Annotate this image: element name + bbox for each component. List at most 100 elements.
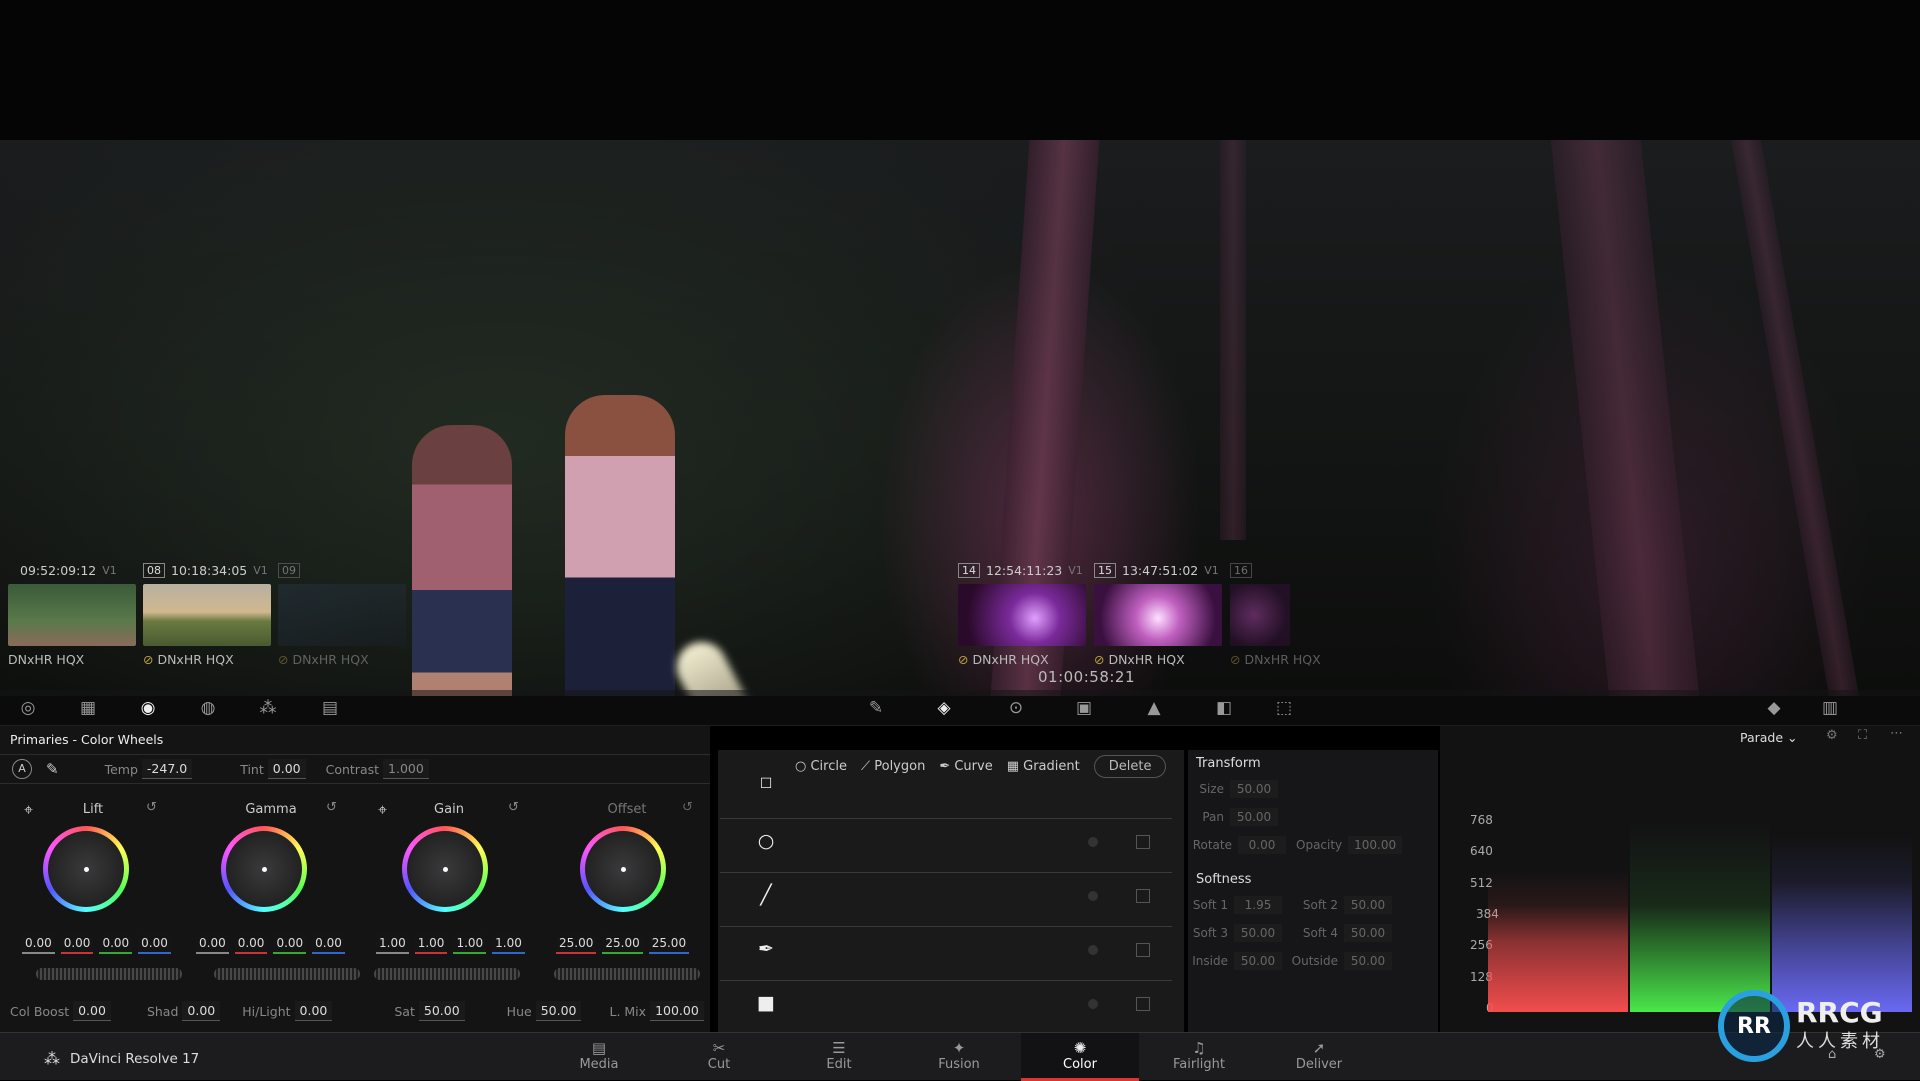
hdr-wheels-icon[interactable]: ◍: [196, 696, 220, 720]
reset-icon[interactable]: ↺: [146, 800, 157, 815]
blur-icon[interactable]: ▲: [1142, 696, 1166, 720]
camera-raw-icon[interactable]: ◎: [16, 696, 40, 720]
size-field[interactable]: 50.00: [1230, 780, 1278, 798]
col-boost-field[interactable]: 0.00: [73, 1001, 111, 1021]
color-wheels-icon[interactable]: ◉: [136, 696, 160, 720]
sat-field[interactable]: 50.00: [418, 1001, 465, 1021]
magic-mask-icon[interactable]: ▣: [1072, 696, 1096, 720]
picker-icon[interactable]: ✎: [46, 760, 59, 778]
opacity-field[interactable]: 100.00: [1348, 836, 1403, 854]
gamma-g[interactable]: 0.00: [273, 934, 307, 954]
gain-master-slider[interactable]: [374, 968, 520, 980]
inside-field[interactable]: 50.00: [1234, 952, 1282, 970]
expand-icon[interactable]: ⛶: [1858, 728, 1867, 743]
offset-master-slider[interactable]: [554, 968, 700, 980]
window-invert-toggle[interactable]: [1088, 945, 1098, 955]
offset-wheel[interactable]: [580, 826, 666, 912]
tab-deliver[interactable]: ➚ Deliver: [1260, 1033, 1378, 1081]
clip-thumbnail[interactable]: 09 ⊘ DNxHR HQX: [278, 560, 406, 667]
tab-media[interactable]: ▤ Media: [540, 1033, 658, 1081]
window-enable-checkbox[interactable]: [1136, 943, 1150, 957]
key-icon[interactable]: ◧: [1212, 696, 1236, 720]
window-row-square[interactable]: ☐: [720, 776, 1172, 794]
offset-g[interactable]: 25.00: [602, 934, 643, 954]
window-icon[interactable]: ◈: [932, 696, 956, 720]
sizing-icon[interactable]: ⬚: [1272, 696, 1296, 720]
temp-field[interactable]: -247.0: [141, 759, 193, 779]
gamma-b[interactable]: 0.00: [312, 934, 345, 954]
circle-shape-button[interactable]: ○ Circle: [795, 759, 847, 774]
soft4-field[interactable]: 50.00: [1344, 924, 1392, 942]
gamma-r[interactable]: 0.00: [234, 934, 268, 954]
qualifier-icon[interactable]: ✎: [864, 696, 888, 720]
gamma-y[interactable]: 0.00: [196, 934, 229, 954]
lift-master-slider[interactable]: [36, 968, 182, 980]
lift-b[interactable]: 0.00: [138, 934, 171, 954]
gain-g[interactable]: 1.00: [453, 934, 487, 954]
lmix-field[interactable]: 100.00: [650, 1001, 704, 1021]
lift-r[interactable]: 0.00: [60, 934, 94, 954]
window-invert-toggle[interactable]: [1088, 837, 1098, 847]
scope-mode-dropdown[interactable]: Parade ⌄: [1740, 730, 1798, 745]
rotate-field[interactable]: 0.00: [1238, 836, 1286, 854]
reset-icon[interactable]: ↺: [682, 800, 693, 815]
keyframe-icon[interactable]: ◆: [1762, 696, 1786, 720]
auto-balance-icon[interactable]: A: [12, 759, 32, 779]
lift-wheel[interactable]: [43, 826, 129, 912]
tab-fusion[interactable]: ✦ Fusion: [900, 1033, 1018, 1081]
motion-effects-icon[interactable]: ▤: [318, 696, 342, 720]
polygon-shape-button[interactable]: ⟋ Polygon: [861, 759, 925, 774]
clip-thumbnail[interactable]: 15 13:47:51:02 V1 ⊘ DNxHR HQX: [1094, 560, 1222, 667]
color-match-icon[interactable]: ▦: [76, 696, 100, 720]
lift-y[interactable]: 0.00: [22, 934, 55, 954]
window-row-linear[interactable]: ╱: [720, 872, 1172, 916]
delete-button[interactable]: Delete: [1093, 755, 1167, 778]
pan-field[interactable]: 50.00: [1230, 808, 1278, 826]
hue-field[interactable]: 50.00: [535, 1001, 582, 1021]
scope-settings-icon[interactable]: ⚙: [1826, 728, 1838, 743]
window-enable-checkbox[interactable]: [1136, 889, 1150, 903]
window-row-circle[interactable]: ○: [720, 818, 1172, 862]
offset-b[interactable]: 25.00: [648, 934, 690, 954]
gain-r[interactable]: 1.00: [414, 934, 448, 954]
window-enable-checkbox[interactable]: [1136, 997, 1150, 1011]
soft2-field[interactable]: 50.00: [1344, 896, 1392, 914]
gain-wheel[interactable]: [402, 826, 488, 912]
window-enable-checkbox[interactable]: [1136, 835, 1150, 849]
rgb-mixer-icon[interactable]: ⁂: [256, 696, 280, 720]
clip-thumbnail[interactable]: 09:52:09:12 V1 DNxHR HQX: [8, 560, 136, 667]
contrast-field[interactable]: 1.000: [383, 759, 429, 779]
soft1-field[interactable]: 1.95: [1234, 896, 1282, 914]
more-options-icon[interactable]: ⋯: [1890, 726, 1903, 741]
outside-field[interactable]: 50.00: [1344, 952, 1392, 970]
window-invert-toggle[interactable]: [1088, 999, 1098, 1009]
window-row-curve[interactable]: ✒: [720, 926, 1172, 970]
gain-y[interactable]: 1.00: [376, 934, 409, 954]
tracker-icon[interactable]: ⊙: [1004, 696, 1028, 720]
tab-cut[interactable]: ✂ Cut: [660, 1033, 778, 1081]
soft3-field[interactable]: 50.00: [1234, 924, 1282, 942]
gradient-shape-button[interactable]: ▦ Gradient: [1007, 759, 1080, 774]
window-invert-toggle[interactable]: [1088, 891, 1098, 901]
hilight-field[interactable]: 0.00: [294, 1001, 333, 1021]
scopes-icon[interactable]: ▥: [1818, 696, 1842, 720]
shad-field[interactable]: 0.00: [182, 1001, 221, 1021]
hilight-label: Hi/Light: [242, 1003, 291, 1019]
offset-wheel-block: Offset ↺ 25.00 25.00 25.00: [552, 794, 722, 1014]
window-row-gradient[interactable]: ■: [720, 980, 1172, 1024]
tab-edit[interactable]: ☰ Edit: [780, 1033, 898, 1081]
clip-thumbnail[interactable]: 16 ⊘ DNxHR HQX: [1230, 560, 1321, 667]
offset-r[interactable]: 25.00: [556, 934, 597, 954]
lift-g[interactable]: 0.00: [99, 934, 133, 954]
tab-color[interactable]: ✺ Color: [1021, 1033, 1139, 1081]
gain-b[interactable]: 1.00: [492, 934, 525, 954]
gamma-wheel[interactable]: [221, 826, 307, 912]
tab-fairlight[interactable]: ♫ Fairlight: [1140, 1033, 1258, 1081]
clip-thumbnail[interactable]: 14 12:54:11:23 V1 ⊘ DNxHR HQX: [958, 560, 1086, 667]
reset-icon[interactable]: ↺: [508, 800, 519, 815]
curve-shape-button[interactable]: ✒ Curve: [939, 759, 992, 774]
reset-icon[interactable]: ↺: [326, 800, 337, 815]
tint-field[interactable]: 0.00: [267, 759, 306, 779]
clip-thumbnail[interactable]: 08 10:18:34:05 V1 ⊘ DNxHR HQX: [143, 560, 271, 667]
gamma-master-slider[interactable]: [214, 968, 360, 980]
